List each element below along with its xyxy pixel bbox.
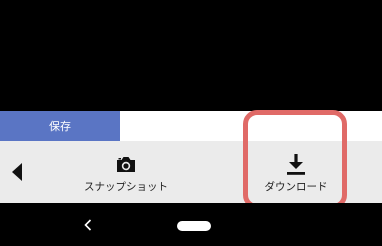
system-nav-bar [0,203,382,246]
home-pill-icon[interactable] [177,221,211,231]
app-screen: 保存 スナップショット ダウンロード [0,0,382,246]
preview-area [0,0,382,111]
camera-icon [114,153,138,175]
snapshot-button[interactable]: スナップショット [68,141,184,203]
tab-save-label: 保存 [49,120,71,133]
nav-back-icon[interactable] [84,219,92,231]
download-highlight-frame [243,110,347,209]
tab-save[interactable]: 保存 [0,111,120,141]
chevron-left-icon[interactable] [10,162,24,182]
snapshot-label: スナップショット [84,181,168,193]
